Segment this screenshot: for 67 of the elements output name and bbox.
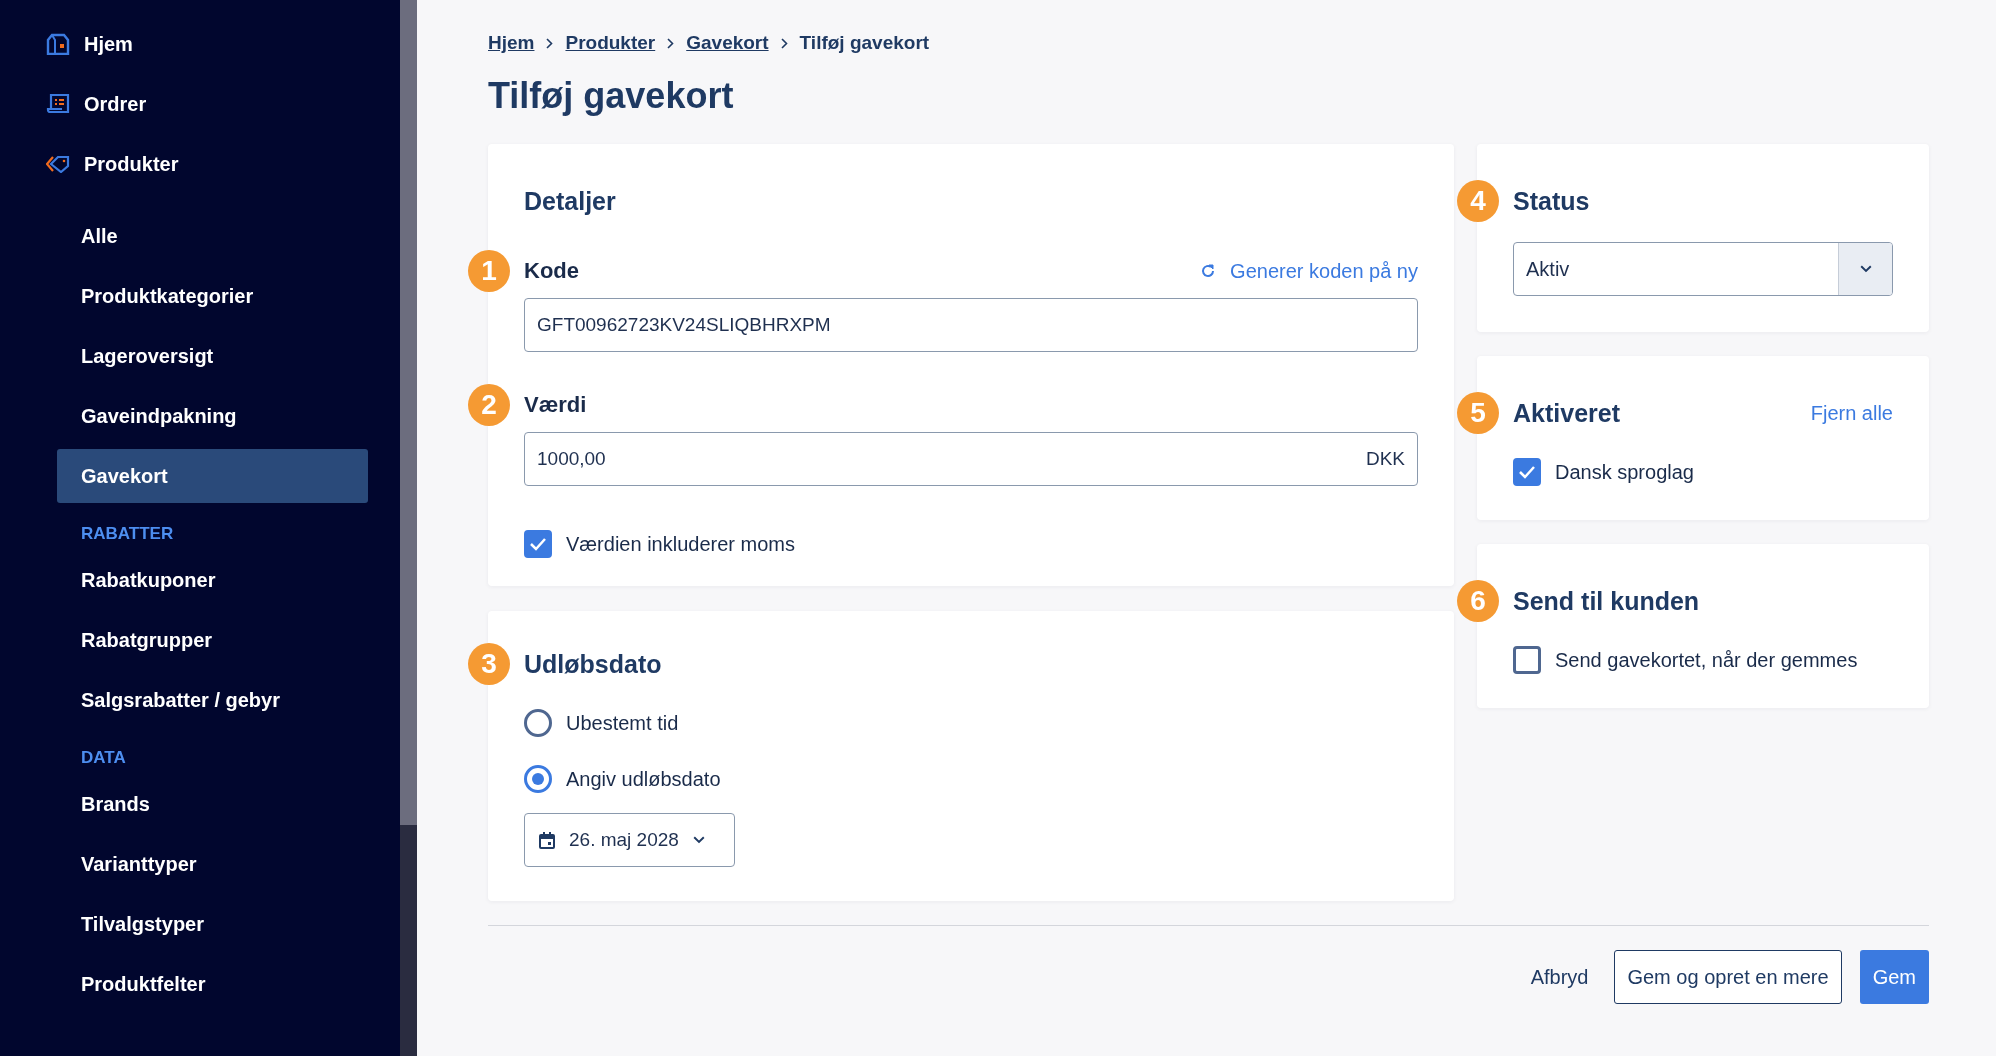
checkbox[interactable] [1513,646,1541,674]
nav-item[interactable]: Varianttyper [57,837,368,891]
radio-button[interactable] [524,709,552,737]
field-label: Værdi [524,392,587,418]
save-and-new-button[interactable]: Gem og opret en mere [1614,950,1842,1004]
cancel-button[interactable]: Afbryd [1522,965,1597,989]
nav-item[interactable]: Salgsrabatter / gebyr [57,673,368,727]
nav-item[interactable]: Rabatkuponer [57,553,368,607]
card-title: Send til kunden [1513,586,1700,617]
page-title: Tilføj gavekort [488,74,735,118]
nav-item[interactable]: Lageroversigt [57,329,368,383]
status-select[interactable]: Aktiv [1513,242,1893,296]
nav-item[interactable]: Hjem [46,14,368,74]
tag-icon [46,155,70,173]
save-button[interactable]: Gem [1859,950,1929,1004]
calendar-icon [539,831,555,849]
refresh-icon [1200,263,1217,279]
radio-button[interactable] [524,765,552,793]
card-title: Aktiveret [1513,398,1620,429]
receipt-icon [46,93,70,115]
chevron-right-icon [667,37,675,49]
regenerate-link[interactable]: Generer koden på ny [1200,259,1418,283]
nav-item[interactable]: Brands [57,777,368,831]
nav-item[interactable]: Produktfelter [57,957,368,1011]
step-badge: 1 [468,250,510,292]
home-icon [46,33,70,55]
checkmark-icon [529,537,547,551]
nav-item[interactable]: Alle [57,209,368,263]
step-badge: 4 [1457,180,1499,222]
checkbox-label: Dansk sproglag [1555,460,1694,484]
card-title: Detaljer [524,186,617,217]
chevron-down-icon [692,836,705,844]
field-label: Kode [524,258,579,284]
card-title: Udløbsdato [524,649,662,680]
breadcrumb-link[interactable]: Hjem [488,32,535,54]
chevron-right-icon [780,37,788,49]
checkmark-icon [1518,465,1536,479]
breadcrumb-link[interactable]: Gavekort [686,32,769,54]
section-heading: DATA [81,748,127,769]
checkbox-label: Send gavekortet, når der gemmes [1555,648,1858,672]
remove-all-link[interactable]: Fjern alle [1810,401,1893,425]
nav-item[interactable]: Gavekort [57,449,368,503]
chevron-right-icon [546,37,554,49]
code-input[interactable]: GFT00962723KV24SLIQBHRXPM [524,298,1418,352]
step-badge: 5 [1457,392,1499,434]
checkbox-label: Værdien inkluderer moms [566,532,795,556]
step-badge: 2 [468,384,510,426]
nav-item[interactable]: Produktkategorier [57,269,368,323]
currency-suffix: DKK [1365,448,1405,470]
checkbox[interactable] [1513,458,1541,486]
amount-input[interactable]: 1000,00 DKK [524,432,1418,486]
nav-item[interactable]: Ordrer [46,74,368,134]
nav-item[interactable]: Rabatgrupper [57,613,368,667]
step-badge: 6 [1457,580,1499,622]
radio-label: Angiv udløbsdato [566,767,721,791]
checkbox[interactable] [524,530,552,558]
breadcrumb-page-title: Tilføj gavekort [799,32,930,54]
nav-item[interactable]: Gaveindpakning [57,389,368,443]
radio-label: Ubestemt tid [566,711,679,735]
step-badge: 3 [468,643,510,685]
chevron-down-icon [1859,265,1872,273]
card-title: Status [1513,186,1590,217]
breadcrumb-link[interactable]: Produkter [565,32,656,54]
nav-item[interactable]: Produkter [46,134,368,194]
section-heading: RABATTER [81,524,175,545]
date-picker[interactable]: 26. maj 2028 [524,813,735,867]
nav-item[interactable]: Tilvalgstyper [57,897,368,951]
